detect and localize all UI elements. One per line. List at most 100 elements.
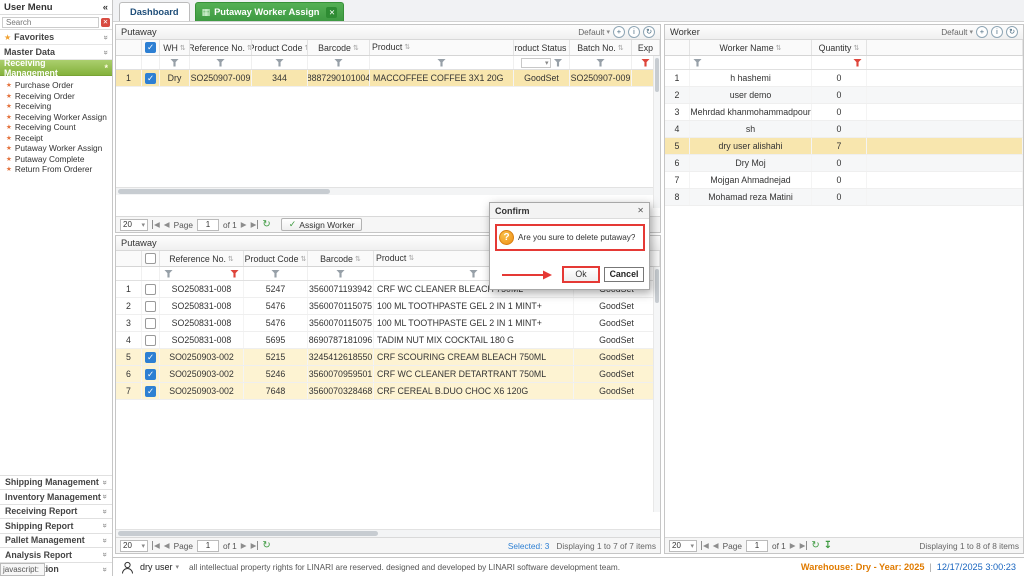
column-product-code[interactable]: Product Code⇅ [244, 251, 308, 266]
page-size-select[interactable]: 20▾ [120, 540, 148, 552]
refresh-view-icon[interactable]: ↻ [643, 26, 655, 38]
select-all-header[interactable] [142, 251, 160, 266]
row-checkbox[interactable] [145, 73, 156, 84]
info-icon[interactable]: i [628, 26, 640, 38]
sidebar-item-receiving-order[interactable]: ★Receiving Order [0, 91, 112, 102]
tab-dashboard[interactable]: Dashboard [119, 2, 190, 21]
sidebar-section-inventory-management[interactable]: Inventory Management» [0, 489, 112, 504]
prev-page-icon[interactable]: ◀ [164, 220, 170, 229]
export-icon[interactable]: ↧ [824, 540, 832, 551]
page-input[interactable] [197, 219, 219, 231]
horizontal-scrollbar[interactable] [116, 529, 660, 537]
close-icon[interactable]: ✕ [637, 206, 644, 215]
first-page-icon[interactable]: ◀ [152, 541, 160, 550]
sidebar-section-shipping-report[interactable]: Shipping Report» [0, 518, 112, 533]
user-menu[interactable]: dry user ▾ [140, 562, 179, 572]
scrollbar-thumb[interactable] [655, 58, 659, 92]
prev-page-icon[interactable]: ◀ [713, 541, 719, 550]
close-tab-icon[interactable]: ✕ [326, 7, 337, 18]
filter-funnel-icon[interactable] [336, 270, 345, 278]
page-size-select[interactable]: 20▾ [669, 540, 697, 552]
refresh-icon[interactable]: ↻ [811, 540, 819, 551]
table-row[interactable]: 7 SO0250903-002 7648 3560070328468 CRF C… [116, 383, 660, 400]
column-reference-no[interactable]: Reference No.⇅ [160, 251, 244, 266]
sidebar-item-receiving-worker-assign[interactable]: ★Receiving Worker Assign [0, 112, 112, 123]
column-worker-name[interactable]: Worker Name⇅ [690, 40, 812, 55]
row-checkbox[interactable] [145, 318, 156, 329]
filter-funnel-icon[interactable] [334, 59, 343, 67]
sidebar-section-receiving-management[interactable]: Receiving Management * [0, 60, 112, 76]
select-all-header[interactable] [142, 40, 160, 55]
worker-row[interactable]: 5 dry user alishahi 7 [665, 138, 1023, 155]
vertical-scrollbar[interactable] [653, 267, 660, 512]
sidebar-item-purchase-order[interactable]: ★Purchase Order [0, 80, 112, 91]
horizontal-scrollbar[interactable] [116, 187, 660, 195]
last-page-icon[interactable]: ▶ [800, 541, 808, 550]
worker-row[interactable]: 8 Mohamad reza Matini 0 [665, 189, 1023, 206]
sidebar-section-analysis-report[interactable]: Analysis Report» [0, 547, 112, 562]
next-page-icon[interactable]: ▶ [241, 220, 247, 229]
column-product-status[interactable]: Product Status⇅ [514, 40, 570, 55]
collapse-sidebar-icon[interactable]: « [103, 2, 108, 13]
cancel-button[interactable]: Cancel [604, 267, 644, 282]
row-checkbox[interactable] [145, 352, 156, 363]
column-exp[interactable]: Exp [632, 40, 660, 55]
table-row[interactable]: 4 SO250831-008 5695 8690787181096 TADIM … [116, 332, 660, 349]
row-checkbox[interactable] [145, 301, 156, 312]
sidebar-section-receiving-report[interactable]: Receiving Report» [0, 504, 112, 519]
status-filter-select[interactable]: ▾ [521, 58, 551, 68]
page-size-select[interactable]: 20▾ [120, 219, 148, 231]
filter-funnel-icon[interactable] [271, 270, 280, 278]
worker-row[interactable]: 2 user demo 0 [665, 87, 1023, 104]
next-page-icon[interactable]: ▶ [241, 541, 247, 550]
assign-worker-button[interactable]: ✓ Assign Worker [281, 218, 363, 231]
search-clear-icon[interactable]: ✕ [101, 18, 110, 27]
sidebar-item-putaway-worker-assign[interactable]: ★Putaway Worker Assign [0, 143, 112, 154]
sidebar-item-receiving[interactable]: ★Receiving [0, 101, 112, 112]
scrollbar-thumb[interactable] [118, 189, 330, 194]
filter-funnel-icon[interactable] [437, 59, 446, 67]
column-batch-no[interactable]: Batch No.⇅ [570, 40, 632, 55]
add-view-icon[interactable]: + [613, 26, 625, 38]
worker-row[interactable]: 1 h hashemi 0 [665, 70, 1023, 87]
worker-row[interactable]: 7 Mojgan Ahmadnejad 0 [665, 172, 1023, 189]
table-row[interactable]: 6 SO0250903-002 5246 3560070959501 CRF W… [116, 366, 660, 383]
column-product-code[interactable]: Product Code⇅ [252, 40, 308, 55]
search-input[interactable] [2, 17, 99, 28]
filter-funnel-icon[interactable] [216, 59, 225, 67]
last-page-icon[interactable]: ▶ [251, 220, 259, 229]
worker-row[interactable]: 4 sh 0 [665, 121, 1023, 138]
table-row[interactable]: 5 SO0250903-002 5215 3245412618550 CRF S… [116, 349, 660, 366]
scrollbar-thumb[interactable] [118, 531, 378, 536]
page-input[interactable] [746, 540, 768, 552]
filter-funnel-icon[interactable] [554, 59, 563, 67]
add-view-icon[interactable]: + [976, 26, 988, 38]
prev-page-icon[interactable]: ◀ [164, 541, 170, 550]
worker-row[interactable]: 6 Dry Moj 0 [665, 155, 1023, 172]
sidebar-item-receipt[interactable]: ★Receipt [0, 133, 112, 144]
scrollbar-thumb[interactable] [655, 269, 659, 303]
clear-filter-icon[interactable] [641, 59, 650, 67]
info-icon[interactable]: i [991, 26, 1003, 38]
last-page-icon[interactable]: ▶ [251, 541, 259, 550]
sidebar-section-favorites[interactable]: ★ Favorites » [0, 30, 112, 45]
next-page-icon[interactable]: ▶ [790, 541, 796, 550]
sidebar-section-pallet-management[interactable]: Pallet Management» [0, 533, 112, 548]
table-row[interactable]: 2 SO250831-008 5476 3560070115075 100 ML… [116, 298, 660, 315]
column-barcode[interactable]: Barcode⇅ [308, 40, 370, 55]
column-barcode[interactable]: Barcode⇅ [308, 251, 374, 266]
dialog-title-bar[interactable]: Confirm ✕ [490, 203, 649, 219]
filter-funnel-icon[interactable] [693, 59, 702, 67]
refresh-icon[interactable]: ↻ [262, 540, 270, 551]
sidebar-item-return-from-orderer[interactable]: ★Return From Orderer [0, 164, 112, 175]
vertical-scrollbar[interactable] [653, 56, 660, 208]
column-quantity[interactable]: Quantity⇅ [812, 40, 867, 55]
tab-putaway-worker-assign[interactable]: ▦ Putaway Worker Assign ✕ [195, 2, 345, 21]
clear-filter-icon[interactable] [230, 270, 239, 278]
ok-button[interactable]: Ok [562, 266, 600, 283]
sidebar-item-receiving-count[interactable]: ★Receiving Count [0, 122, 112, 133]
clear-filter-icon[interactable] [853, 59, 862, 67]
select-all-checkbox[interactable] [145, 42, 156, 53]
refresh-icon[interactable]: ↻ [262, 219, 270, 230]
row-checkbox[interactable] [145, 284, 156, 295]
